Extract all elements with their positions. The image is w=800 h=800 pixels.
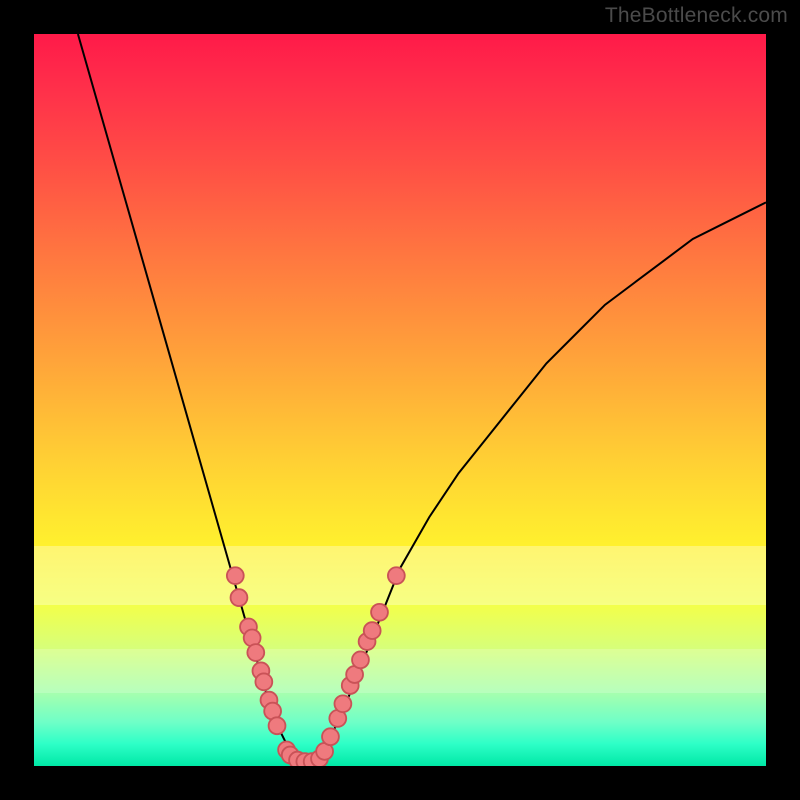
marker-dot [334, 695, 351, 712]
marker-dot [255, 673, 272, 690]
chart-overlay [34, 34, 766, 766]
marker-dot [269, 717, 286, 734]
marker-dot [388, 567, 405, 584]
marker-dot [364, 622, 381, 639]
marker-dot [227, 567, 244, 584]
marker-group [227, 567, 405, 766]
bottleneck-curve-path [78, 34, 766, 762]
plot-area [34, 34, 766, 766]
marker-dot [231, 589, 248, 606]
watermark-text: TheBottleneck.com [605, 4, 788, 28]
marker-dot [322, 728, 339, 745]
marker-dot [352, 651, 369, 668]
marker-dot [371, 604, 388, 621]
chart-frame: TheBottleneck.com [0, 0, 800, 800]
marker-dot [247, 644, 264, 661]
